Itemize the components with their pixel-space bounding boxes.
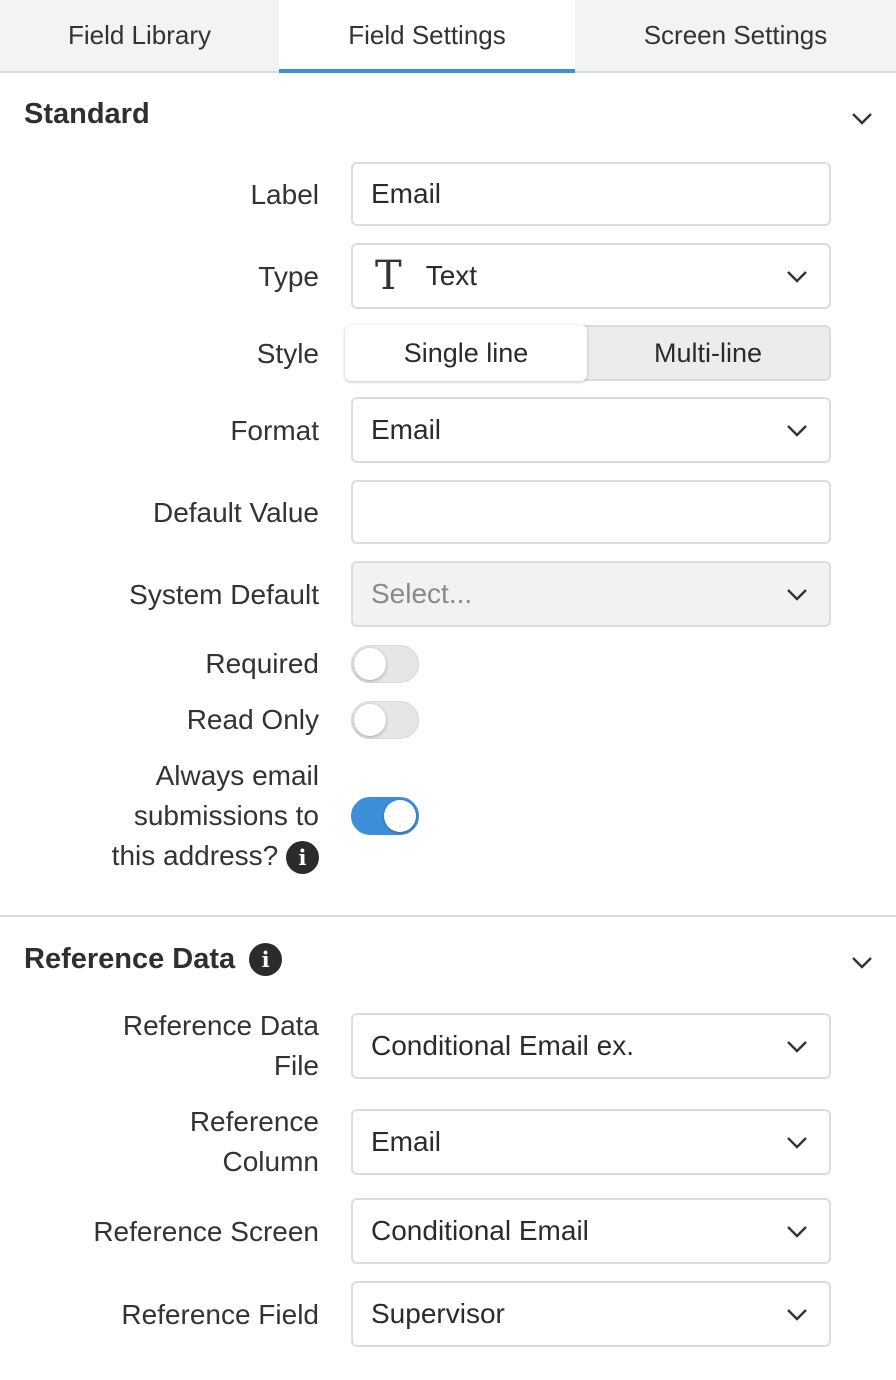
chevron-down-icon (787, 425, 807, 437)
always-email-label-line3: this address? i (112, 836, 319, 876)
info-icon[interactable]: i (249, 943, 283, 976)
always-email-label-line2: submissions to (133, 800, 319, 831)
type-select-value: Text (425, 260, 478, 291)
chevron-down-icon (787, 271, 807, 283)
reference-section-title: Reference Data (24, 943, 236, 975)
reference-column-label: Reference Column (190, 1102, 319, 1182)
reference-file-label-line2: File (273, 1050, 319, 1081)
chevron-down-icon (787, 1137, 807, 1149)
reference-field-select[interactable]: Supervisor (351, 1281, 831, 1347)
info-icon[interactable]: i (286, 841, 319, 875)
reference-file-label-line1: Reference Data (122, 1010, 319, 1041)
section-divider (0, 915, 896, 917)
label-input[interactable]: Email (351, 162, 831, 226)
reference-column-label-line1: Reference (189, 1106, 319, 1137)
tab-screen-settings[interactable]: Screen Settings (575, 0, 896, 71)
always-email-label: Always email submissions to this address… (112, 756, 319, 876)
always-email-toggle[interactable] (351, 797, 419, 835)
collapse-chevron-icon[interactable] (850, 950, 874, 974)
reference-column-label-line2: Column (222, 1146, 319, 1177)
chevron-down-icon (787, 1309, 807, 1321)
reference-file-select[interactable]: Conditional Email ex. (351, 1013, 831, 1079)
label-input-value: Email (371, 178, 442, 209)
collapse-chevron-icon[interactable] (850, 106, 874, 130)
style-single-line-option[interactable]: Single line (345, 325, 587, 381)
standard-section-title: Standard (24, 98, 150, 130)
chevron-down-icon (787, 1226, 807, 1238)
system-default-label: System Default (129, 579, 319, 610)
chevron-down-icon (787, 1041, 807, 1053)
reference-screen-select[interactable]: Conditional Email (351, 1198, 831, 1264)
toggle-knob (354, 648, 386, 680)
tab-field-settings[interactable]: Field Settings (279, 0, 575, 73)
settings-tabs: Field Library Field Settings Screen Sett… (0, 0, 896, 73)
label-field-label: Label (250, 179, 319, 210)
standard-section-header[interactable]: Standard (24, 98, 150, 131)
reference-section-header[interactable]: Reference Data i (24, 943, 283, 976)
system-default-placeholder: Select... (371, 578, 473, 609)
required-label: Required (205, 648, 319, 679)
toggle-knob (354, 704, 386, 736)
style-field-label: Style (256, 338, 319, 369)
text-type-icon: T (375, 253, 402, 299)
reference-screen-value: Conditional Email (371, 1215, 589, 1246)
always-email-label-line1: Always email (155, 760, 319, 791)
toggle-knob (384, 800, 416, 832)
style-multi-line-option[interactable]: Multi-line (587, 327, 829, 379)
reference-file-label: Reference Data File (123, 1006, 319, 1086)
chevron-down-icon (787, 589, 807, 601)
format-field-label: Format (230, 415, 319, 446)
system-default-select[interactable]: Select... (351, 561, 831, 627)
reference-file-value: Conditional Email ex. (371, 1030, 635, 1061)
read-only-label: Read Only (186, 704, 319, 735)
format-select[interactable]: Email (351, 397, 831, 463)
read-only-toggle[interactable] (351, 701, 419, 739)
type-field-label: Type (258, 261, 319, 292)
style-segmented-control: Single line Multi-line (345, 325, 831, 381)
default-value-input[interactable] (351, 480, 831, 544)
reference-field-value: Supervisor (371, 1298, 505, 1329)
reference-column-value: Email (371, 1126, 442, 1157)
required-toggle[interactable] (351, 645, 419, 683)
reference-column-select[interactable]: Email (351, 1109, 831, 1175)
default-value-label: Default Value (152, 497, 319, 528)
always-email-label-line3-text: this address? (111, 840, 279, 871)
tab-field-library[interactable]: Field Library (0, 0, 279, 71)
reference-field-label: Reference Field (121, 1299, 319, 1330)
format-select-value: Email (371, 414, 442, 445)
type-select[interactable]: T Text (351, 243, 831, 309)
reference-screen-label: Reference Screen (93, 1216, 319, 1247)
